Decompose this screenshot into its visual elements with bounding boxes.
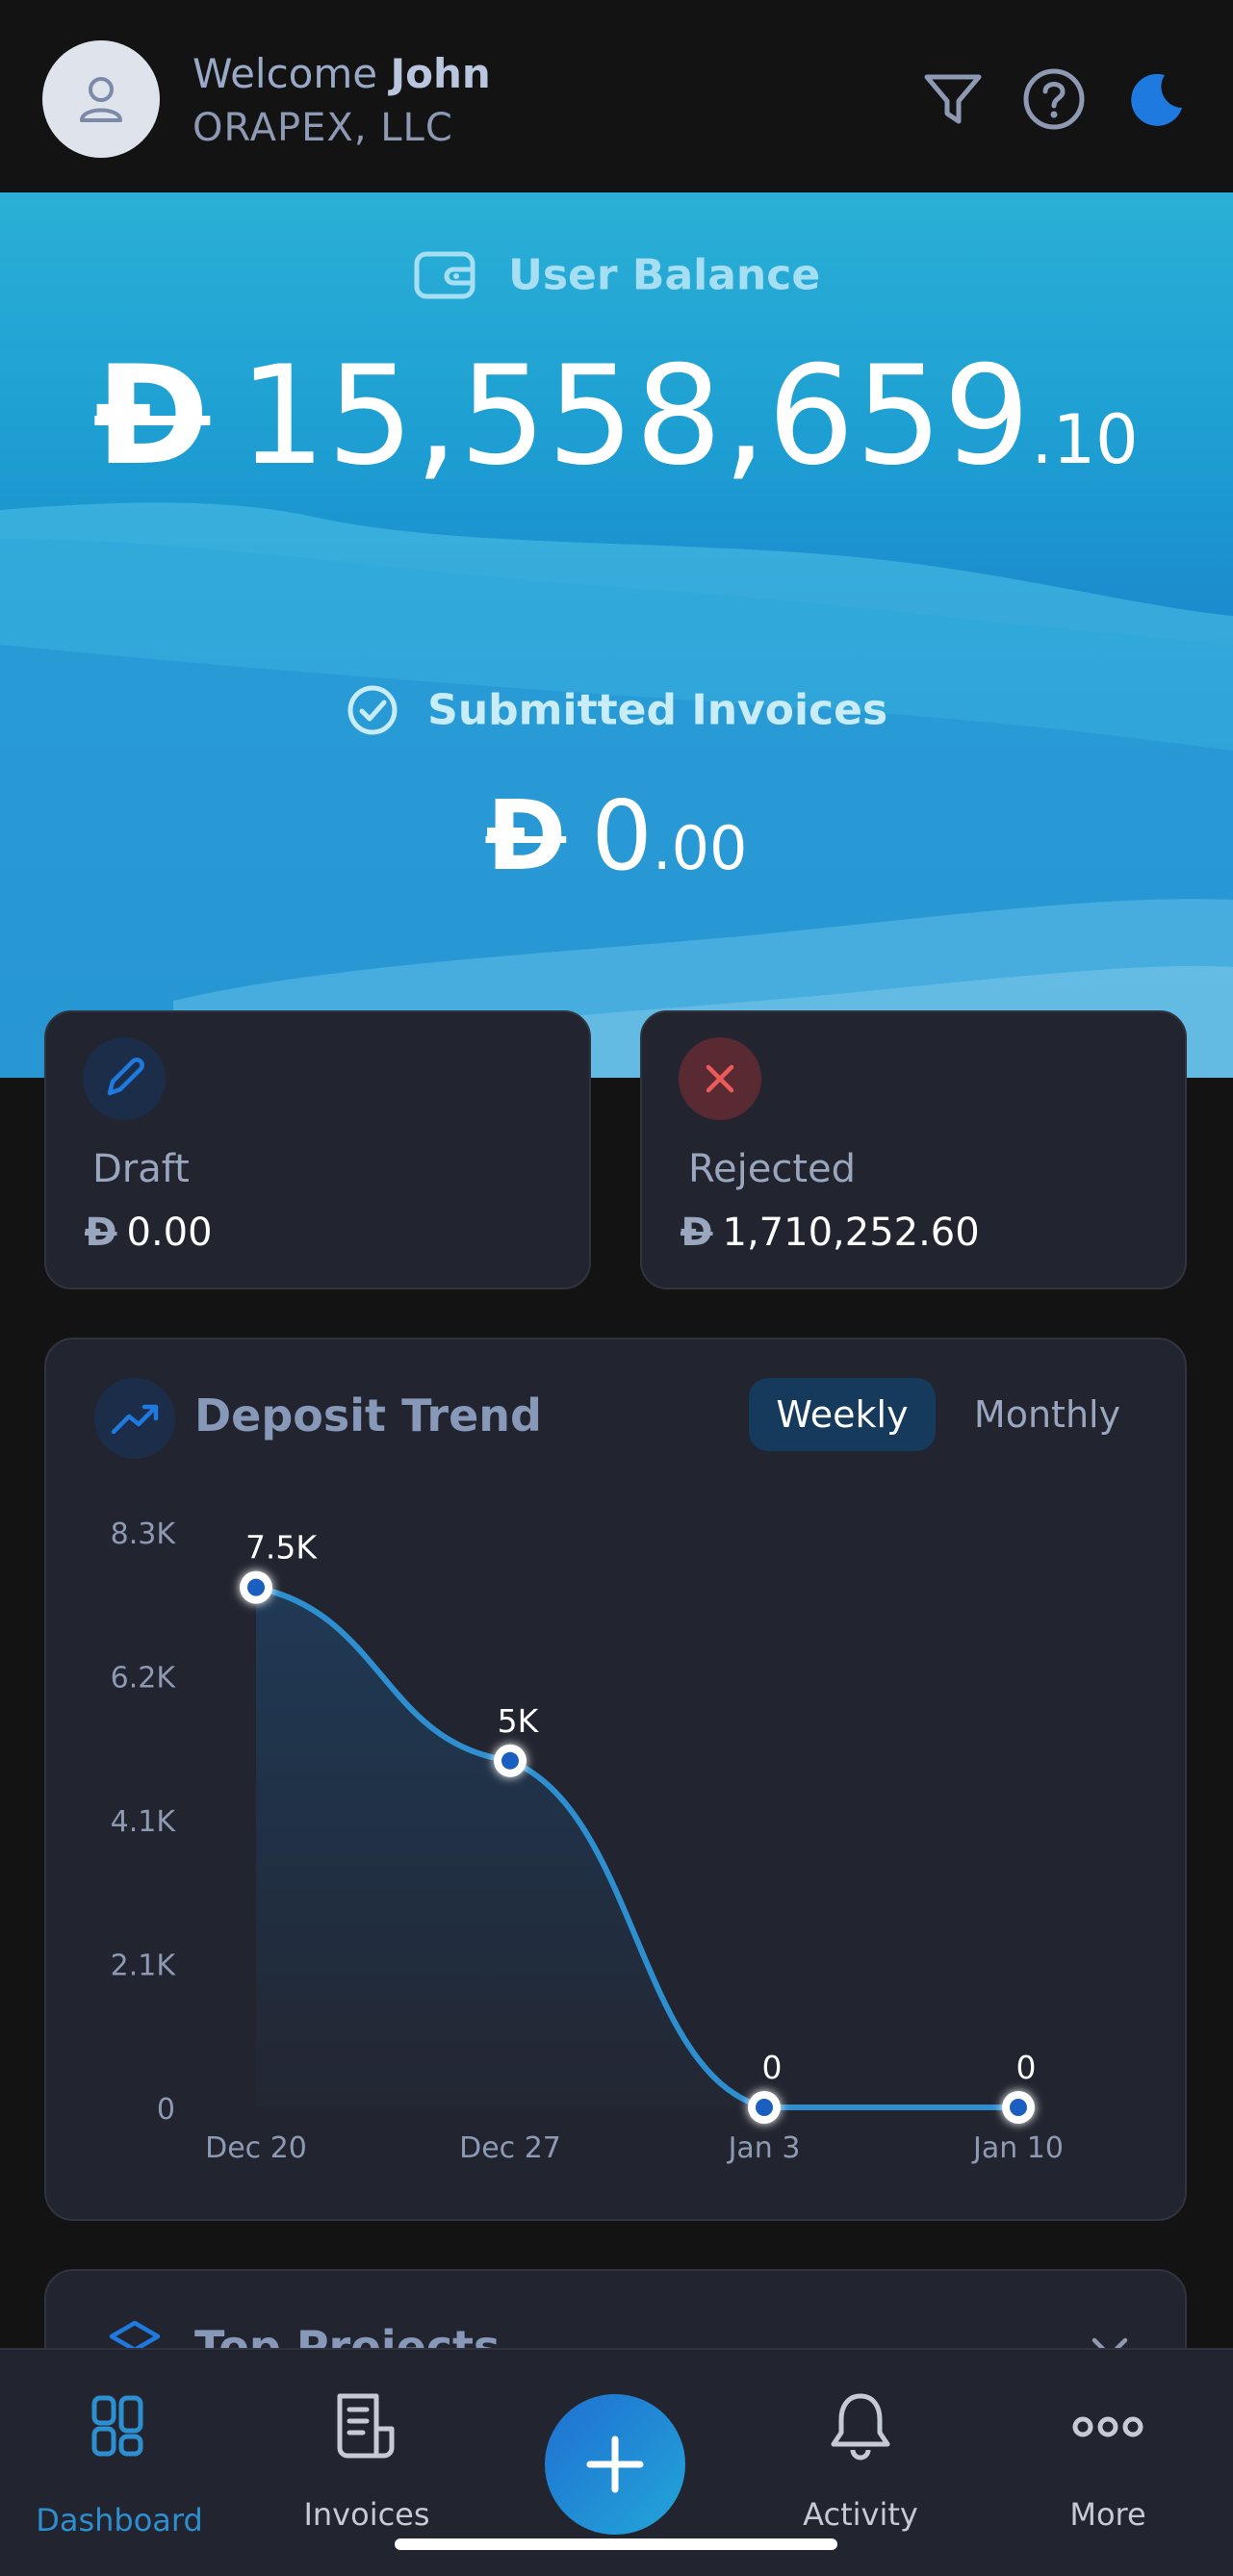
submitted-main: 0 <box>591 779 653 892</box>
balance-label: User Balance <box>0 248 1233 302</box>
rejected-card[interactable]: Rejected Đ 1,710,252.60 <box>640 1010 1187 1289</box>
y-tick-label: 8.3K <box>111 1518 177 1551</box>
y-tick-label: 4.1K <box>111 1805 177 1839</box>
data-point-center <box>1010 2099 1027 2116</box>
x-axis: Dec 20 Dec 27 Jan 3 Jan 10 <box>205 2131 1064 2165</box>
rejected-value: Đ 1,710,252.60 <box>681 1211 980 1255</box>
balance-decimal: .10 <box>1031 400 1139 479</box>
filter-icon[interactable] <box>919 65 987 133</box>
y-tick-label: 2.1K <box>111 1950 177 1983</box>
x-tick-label: Dec 20 <box>205 2131 307 2165</box>
draft-amount: 0.00 <box>126 1211 213 1255</box>
data-point-center <box>501 1751 519 1770</box>
pencil-icon <box>107 1058 144 1096</box>
currency-symbol: Đ <box>485 779 567 892</box>
rejected-icon-wrap <box>679 1037 761 1120</box>
rejected-label: Rejected <box>688 1147 857 1191</box>
app-header: Welcome John ORAPEX, LLC <box>0 0 1233 192</box>
add-button[interactable] <box>545 2394 685 2535</box>
data-point-center <box>756 2099 773 2116</box>
submitted-label: Submitted Invoices <box>0 683 1233 737</box>
welcome-prefix: Welcome <box>193 50 378 97</box>
data-label: 5K <box>498 1702 540 1740</box>
nav-invoices[interactable]: Invoices <box>270 2350 463 2542</box>
bell-icon <box>831 2393 890 2461</box>
balance-amount: Đ 15,558,659.10 <box>0 337 1233 496</box>
submitted-decimal: .00 <box>652 813 748 883</box>
draft-card[interactable]: Draft Đ 0.00 <box>44 1010 591 1289</box>
welcome-text: Welcome John <box>193 50 491 97</box>
balance-hero: User Balance Đ 15,558,659.10 Submitted In… <box>0 192 1233 1078</box>
help-icon[interactable] <box>1020 65 1088 133</box>
draft-label: Draft <box>92 1147 190 1191</box>
y-tick-label: 0 <box>157 2093 175 2127</box>
wallet-icon <box>414 251 475 299</box>
y-tick-label: 6.2K <box>111 1662 177 1696</box>
submitted-label-text: Submitted Invoices <box>427 685 888 735</box>
hero-waves <box>0 502 1233 1078</box>
x-tick-label: Jan 3 <box>727 2131 801 2165</box>
rejected-amount: 1,710,252.60 <box>722 1211 980 1255</box>
submitted-amount: Đ 0.00 <box>0 779 1233 892</box>
nav-invoices-label: Invoices <box>303 2496 430 2533</box>
data-label: 0 <box>762 2049 783 2086</box>
deposit-trend-chart: 0 2.1K 4.1K 6.2K 8.3K Dec 20 Dec 27 Jan 3 Jan 1… <box>111 1518 1064 2165</box>
draft-icon-wrap <box>83 1037 166 1120</box>
dashboard-icon <box>91 2395 143 2457</box>
company-name: ORAPEX, LLC <box>193 106 453 150</box>
user-icon <box>80 77 122 122</box>
more-icon <box>1072 2416 1143 2437</box>
balance-label-text: User Balance <box>508 250 821 300</box>
check-circle-icon <box>347 685 398 735</box>
deposit-trend-card: Deposit Trend Weekly Monthly 0 2.1K 4.1K 6.… <box>44 1338 1187 2221</box>
currency-symbol: Đ <box>94 337 211 496</box>
balance-main: 15,558,659 <box>239 337 1032 496</box>
currency-symbol: Đ <box>681 1211 713 1255</box>
y-axis: 0 2.1K 4.1K 6.2K 8.3K <box>111 1518 177 2127</box>
currency-symbol: Đ <box>85 1211 117 1255</box>
data-label: 0 <box>1016 2049 1037 2086</box>
draft-value: Đ 0.00 <box>85 1211 213 1255</box>
home-indicator <box>395 2538 837 2550</box>
nav-activity[interactable]: Activity <box>764 2350 957 2542</box>
close-icon <box>706 1064 734 1093</box>
nav-more-label: More <box>1069 2496 1146 2533</box>
invoice-icon <box>337 2393 395 2459</box>
nav-activity-label: Activity <box>803 2496 918 2533</box>
x-tick-label: Jan 10 <box>971 2131 1064 2165</box>
dark-mode-icon[interactable] <box>1122 65 1190 133</box>
nav-more[interactable]: More <box>1012 2350 1204 2542</box>
data-point-center <box>247 1578 265 1596</box>
user-name: John <box>390 50 491 97</box>
plus-icon <box>586 2436 644 2493</box>
x-tick-label: Dec 27 <box>459 2131 561 2165</box>
nav-dashboard[interactable]: Dashboard <box>23 2350 216 2542</box>
avatar[interactable] <box>42 40 160 158</box>
data-label: 7.5K <box>245 1529 318 1567</box>
nav-dashboard-label: Dashboard <box>36 2502 203 2538</box>
